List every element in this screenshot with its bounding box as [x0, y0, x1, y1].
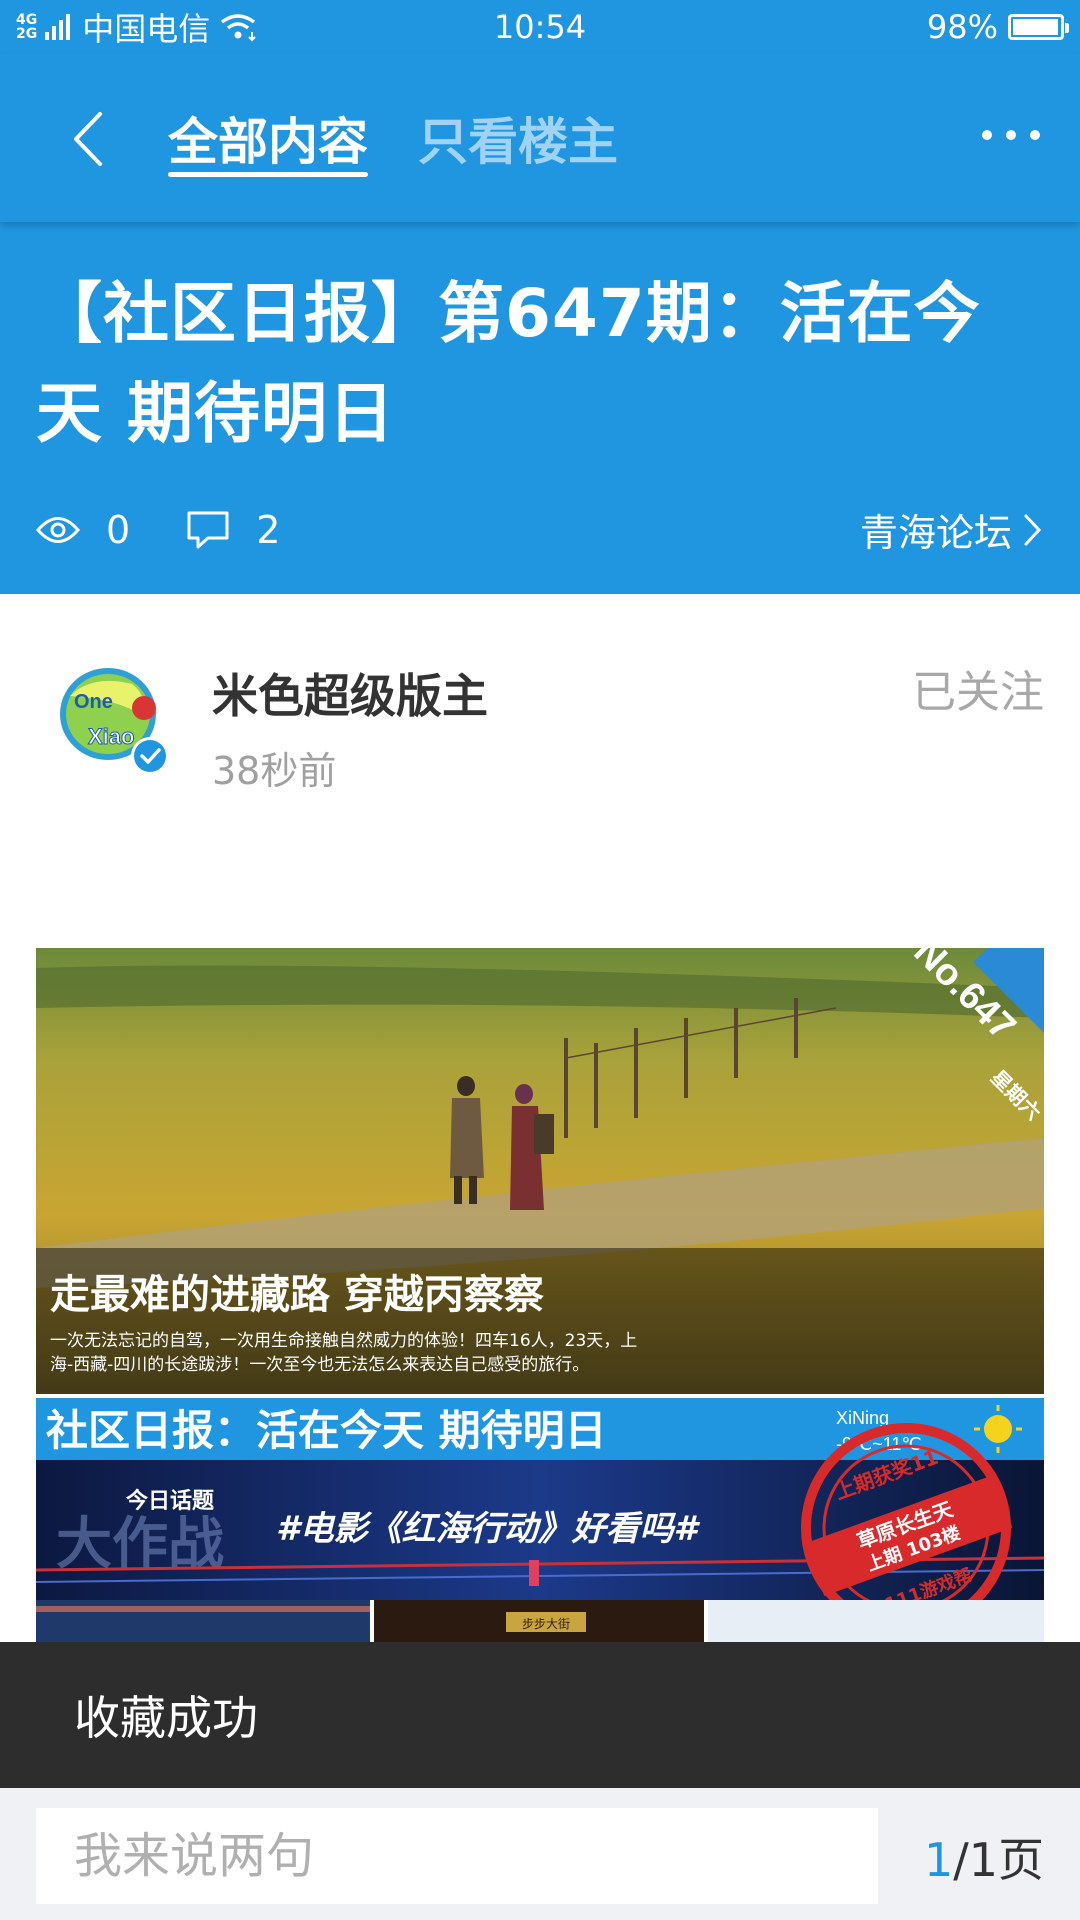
- comment-count[interactable]: 2: [186, 508, 280, 552]
- page-total: /1页: [953, 1833, 1044, 1887]
- comment-icon: [187, 511, 229, 548]
- more-menu-button[interactable]: [982, 130, 1040, 140]
- post-stats: 0 2 青海论坛: [36, 502, 1044, 557]
- eye-icon: [36, 516, 80, 543]
- battery-percent: 98%: [926, 8, 998, 46]
- network-4g: 4G: [16, 12, 38, 28]
- comment-input[interactable]: [36, 1808, 878, 1904]
- page-indicator[interactable]: 1/1页: [924, 1824, 1044, 1890]
- tab-owner-only-label: 只看楼主: [418, 113, 618, 171]
- comment-count-value: 2: [256, 507, 281, 552]
- image-banner: 社区日报：活在今天 期待明日: [46, 1406, 607, 1455]
- tab-all-content[interactable]: 全部内容: [168, 102, 368, 177]
- bottom-bar: 1/1页: [0, 1788, 1080, 1920]
- chevron-left-icon: [74, 112, 102, 166]
- back-button[interactable]: [60, 104, 120, 174]
- avatar-text-xiao: Xiao: [88, 724, 134, 749]
- post-time: 38秒前: [212, 749, 337, 793]
- tab-owner-only[interactable]: 只看楼主: [418, 102, 618, 174]
- network-2g: 2G: [16, 26, 38, 42]
- more-dot-icon: [1030, 130, 1040, 140]
- post-image[interactable]: 走最难的进藏路 穿越丙察察 一次无法忘记的自驾，一次用生命接触自然威力的体验！四…: [36, 948, 1044, 1642]
- more-dot-icon: [982, 130, 992, 140]
- weather-city: XiNing: [836, 1408, 889, 1428]
- author-row: One Xiao 米色超级版主 38秒前 已关注: [0, 594, 1080, 794]
- active-tab-indicator: [168, 172, 368, 177]
- nav-bar: 全部内容 只看楼主: [0, 54, 1080, 222]
- view-count-value: 0: [106, 507, 131, 552]
- avatar-image: One Xiao: [60, 668, 169, 775]
- street-sign: 步步大街: [522, 1617, 570, 1631]
- avatar[interactable]: One Xiao: [52, 656, 176, 780]
- image-headline: 走最难的进藏路 穿越丙察察: [50, 1272, 544, 1318]
- status-left: 4G 2G 中国电信: [16, 4, 258, 50]
- toast-message: 收藏成功: [0, 1642, 1080, 1788]
- image-subline-2: 海-西藏-四川的长途跋涉！一次至今也无法怎么来表达自己感受的旅行。: [50, 1355, 589, 1375]
- topic-tag: 今日话题: [126, 1488, 215, 1514]
- status-right: 98%: [926, 8, 1069, 46]
- wifi-icon: [221, 14, 256, 42]
- follow-button[interactable]: 已关注: [912, 656, 1044, 720]
- topic-text: #电影《红海行动》好看吗#: [276, 1509, 701, 1549]
- battery-level: [1013, 19, 1059, 35]
- status-bar: 4G 2G 中国电信 10:54 98%: [0, 0, 1080, 54]
- post-header: 【社区日报】第647期：活在今天 期待明日 0 2 青海论坛: [0, 222, 1080, 594]
- signal-icon: [45, 14, 71, 40]
- image-subline-1: 一次无法忘记的自驾，一次用生命接触自然威力的体验！四车16人，23天，上: [50, 1331, 637, 1351]
- network-type: 4G 2G: [16, 13, 37, 41]
- carrier-name: 中国电信: [82, 10, 211, 48]
- battery-icon: [1008, 14, 1069, 40]
- view-count: 0: [36, 508, 130, 552]
- post-image-graphic: 走最难的进藏路 穿越丙察察 一次无法忘记的自驾，一次用生命接触自然威力的体验！四…: [36, 948, 1044, 1642]
- tab-all-content-label: 全部内容: [168, 113, 368, 171]
- author-name[interactable]: 米色超级版主: [212, 660, 488, 726]
- more-dot-icon: [1006, 130, 1016, 140]
- chevron-right-icon: [1024, 514, 1042, 545]
- forum-name: 青海论坛: [859, 511, 1012, 555]
- post-title: 【社区日报】第647期：活在今天 期待明日: [36, 275, 981, 452]
- forum-link[interactable]: 青海论坛: [860, 502, 1044, 557]
- page-current: 1: [923, 1833, 954, 1887]
- avatar-text-one: One: [74, 691, 113, 713]
